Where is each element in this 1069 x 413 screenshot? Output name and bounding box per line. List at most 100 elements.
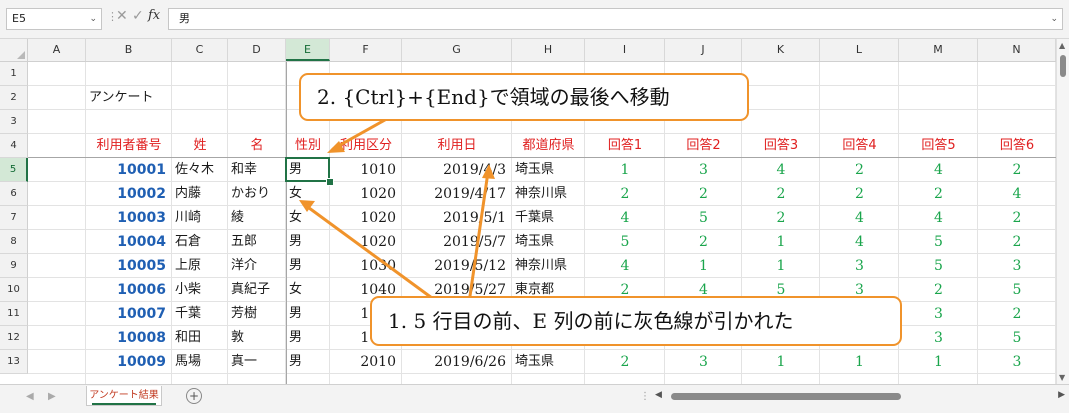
sheet-next-icon[interactable]: ▶ (48, 391, 56, 402)
cell-h13[interactable]: 埼玉県 (512, 350, 585, 374)
row-header-12[interactable]: 12 (0, 326, 28, 350)
header-cell-g[interactable]: 利用日 (402, 134, 512, 158)
cell-b7[interactable]: 10003 (86, 206, 166, 230)
row-header-13[interactable]: 13 (0, 350, 28, 374)
column-header-d[interactable]: D (228, 39, 286, 61)
cell-m8[interactable]: 5 (899, 230, 978, 254)
column-header-f[interactable]: F (330, 39, 402, 61)
cell-j9[interactable]: 1 (665, 254, 742, 278)
row-header-5[interactable]: 5 (0, 158, 28, 182)
cell-i6[interactable]: 2 (585, 182, 665, 206)
cell-m11[interactable]: 3 (899, 302, 978, 326)
cell-d11[interactable]: 芳樹 (228, 302, 286, 326)
tab-split-handle[interactable]: ⋮ (640, 391, 650, 402)
cell-c8[interactable]: 石倉 (172, 230, 228, 254)
cell-n9[interactable]: 3 (978, 254, 1056, 278)
cell-c10[interactable]: 小柴 (172, 278, 228, 302)
cell-g6[interactable]: 2019/4/17 (402, 182, 512, 206)
header-cell-h[interactable]: 都道府県 (512, 134, 585, 158)
cell-f5[interactable]: 1010 (330, 158, 402, 182)
column-header-l[interactable]: L (820, 39, 899, 61)
cell-k13[interactable]: 1 (742, 350, 820, 374)
cell-n13[interactable]: 3 (978, 350, 1056, 374)
cell-d8[interactable]: 五郎 (228, 230, 286, 254)
cell-e6[interactable]: 女 (286, 182, 330, 206)
header-cell-e[interactable]: 性別 (286, 134, 330, 158)
header-cell-c[interactable]: 姓 (172, 134, 228, 158)
cell-j13[interactable]: 3 (665, 350, 742, 374)
cell-d7[interactable]: 綾 (228, 206, 286, 230)
cell-j6[interactable]: 2 (665, 182, 742, 206)
header-cell-n[interactable]: 回答6 (978, 134, 1056, 158)
cell-n7[interactable]: 2 (978, 206, 1056, 230)
cell-c5[interactable]: 佐々木 (172, 158, 228, 182)
cell-d10[interactable]: 真紀子 (228, 278, 286, 302)
cell-f9[interactable]: 1030 (330, 254, 402, 278)
cell-c12[interactable]: 和田 (172, 326, 228, 350)
cell-b12[interactable]: 10008 (86, 326, 166, 350)
cell-h7[interactable]: 千葉県 (512, 206, 585, 230)
cell-f13[interactable]: 2010 (330, 350, 402, 374)
cell-d9[interactable]: 洋介 (228, 254, 286, 278)
cell-b6[interactable]: 10002 (86, 182, 166, 206)
cell-b5[interactable]: 10001 (86, 158, 166, 182)
column-header-e[interactable]: E (286, 39, 330, 61)
cell-d6[interactable]: かおり (228, 182, 286, 206)
chevron-down-icon[interactable]: ⌄ (89, 9, 97, 29)
cell-j5[interactable]: 3 (665, 158, 742, 182)
cell-d5[interactable]: 和幸 (228, 158, 286, 182)
cell-k6[interactable]: 2 (742, 182, 820, 206)
cell-g13[interactable]: 2019/6/26 (402, 350, 512, 374)
cell-k7[interactable]: 2 (742, 206, 820, 230)
column-header-m[interactable]: M (899, 39, 978, 61)
vertical-scroll-thumb[interactable] (1060, 55, 1066, 77)
cell-g7[interactable]: 2019/5/1 (402, 206, 512, 230)
sheet-prev-icon[interactable]: ◀ (26, 391, 34, 402)
cell-j8[interactable]: 2 (665, 230, 742, 254)
check-icon[interactable]: ✓ (132, 8, 144, 24)
header-cell-k[interactable]: 回答3 (742, 134, 820, 158)
cell-i7[interactable]: 4 (585, 206, 665, 230)
cell-h5[interactable]: 埼玉県 (512, 158, 585, 182)
vertical-scrollbar[interactable]: ▲ ▼ (1056, 39, 1069, 384)
cell-k9[interactable]: 1 (742, 254, 820, 278)
cell-i13[interactable]: 2 (585, 350, 665, 374)
cell-b10[interactable]: 10006 (86, 278, 166, 302)
column-header-a[interactable]: A (28, 39, 86, 61)
column-header-k[interactable]: K (742, 39, 820, 61)
cell-n6[interactable]: 4 (978, 182, 1056, 206)
chevron-down-icon[interactable]: ⌄ (1050, 9, 1058, 29)
cell-b11[interactable]: 10007 (86, 302, 166, 326)
cell-d13[interactable]: 真一 (228, 350, 286, 374)
row-header-11[interactable]: 11 (0, 302, 28, 326)
cell-n11[interactable]: 2 (978, 302, 1056, 326)
column-header-g[interactable]: G (402, 39, 512, 61)
column-header-i[interactable]: I (585, 39, 665, 61)
header-cell-m[interactable]: 回答5 (899, 134, 978, 158)
name-box[interactable]: E5 ⌄ (6, 8, 102, 30)
cell-l5[interactable]: 2 (820, 158, 899, 182)
cell-c6[interactable]: 内藤 (172, 182, 228, 206)
cell-m12[interactable]: 3 (899, 326, 978, 350)
cell-b9[interactable]: 10005 (86, 254, 166, 278)
cell-e9[interactable]: 男 (286, 254, 330, 278)
cell-b13[interactable]: 10009 (86, 350, 166, 374)
column-header-h[interactable]: H (512, 39, 585, 61)
cell-c9[interactable]: 上原 (172, 254, 228, 278)
cell-h6[interactable]: 神奈川県 (512, 182, 585, 206)
cell-b2-title[interactable]: アンケート (86, 86, 172, 110)
cell-k5[interactable]: 4 (742, 158, 820, 182)
horizontal-scrollbar[interactable]: ◀ ▶ (655, 390, 1065, 404)
cell-h9[interactable]: 神奈川県 (512, 254, 585, 278)
cell-k8[interactable]: 1 (742, 230, 820, 254)
cell-c13[interactable]: 馬場 (172, 350, 228, 374)
close-icon[interactable]: ✕ (116, 8, 128, 24)
cell-m7[interactable]: 4 (899, 206, 978, 230)
cell-i5[interactable]: 1 (585, 158, 665, 182)
header-cell-b[interactable]: 利用者番号 (86, 134, 172, 158)
column-header-j[interactable]: J (665, 39, 742, 61)
fx-icon[interactable]: fx (148, 8, 160, 23)
cell-n10[interactable]: 5 (978, 278, 1056, 302)
header-cell-l[interactable]: 回答4 (820, 134, 899, 158)
cell-m6[interactable]: 2 (899, 182, 978, 206)
